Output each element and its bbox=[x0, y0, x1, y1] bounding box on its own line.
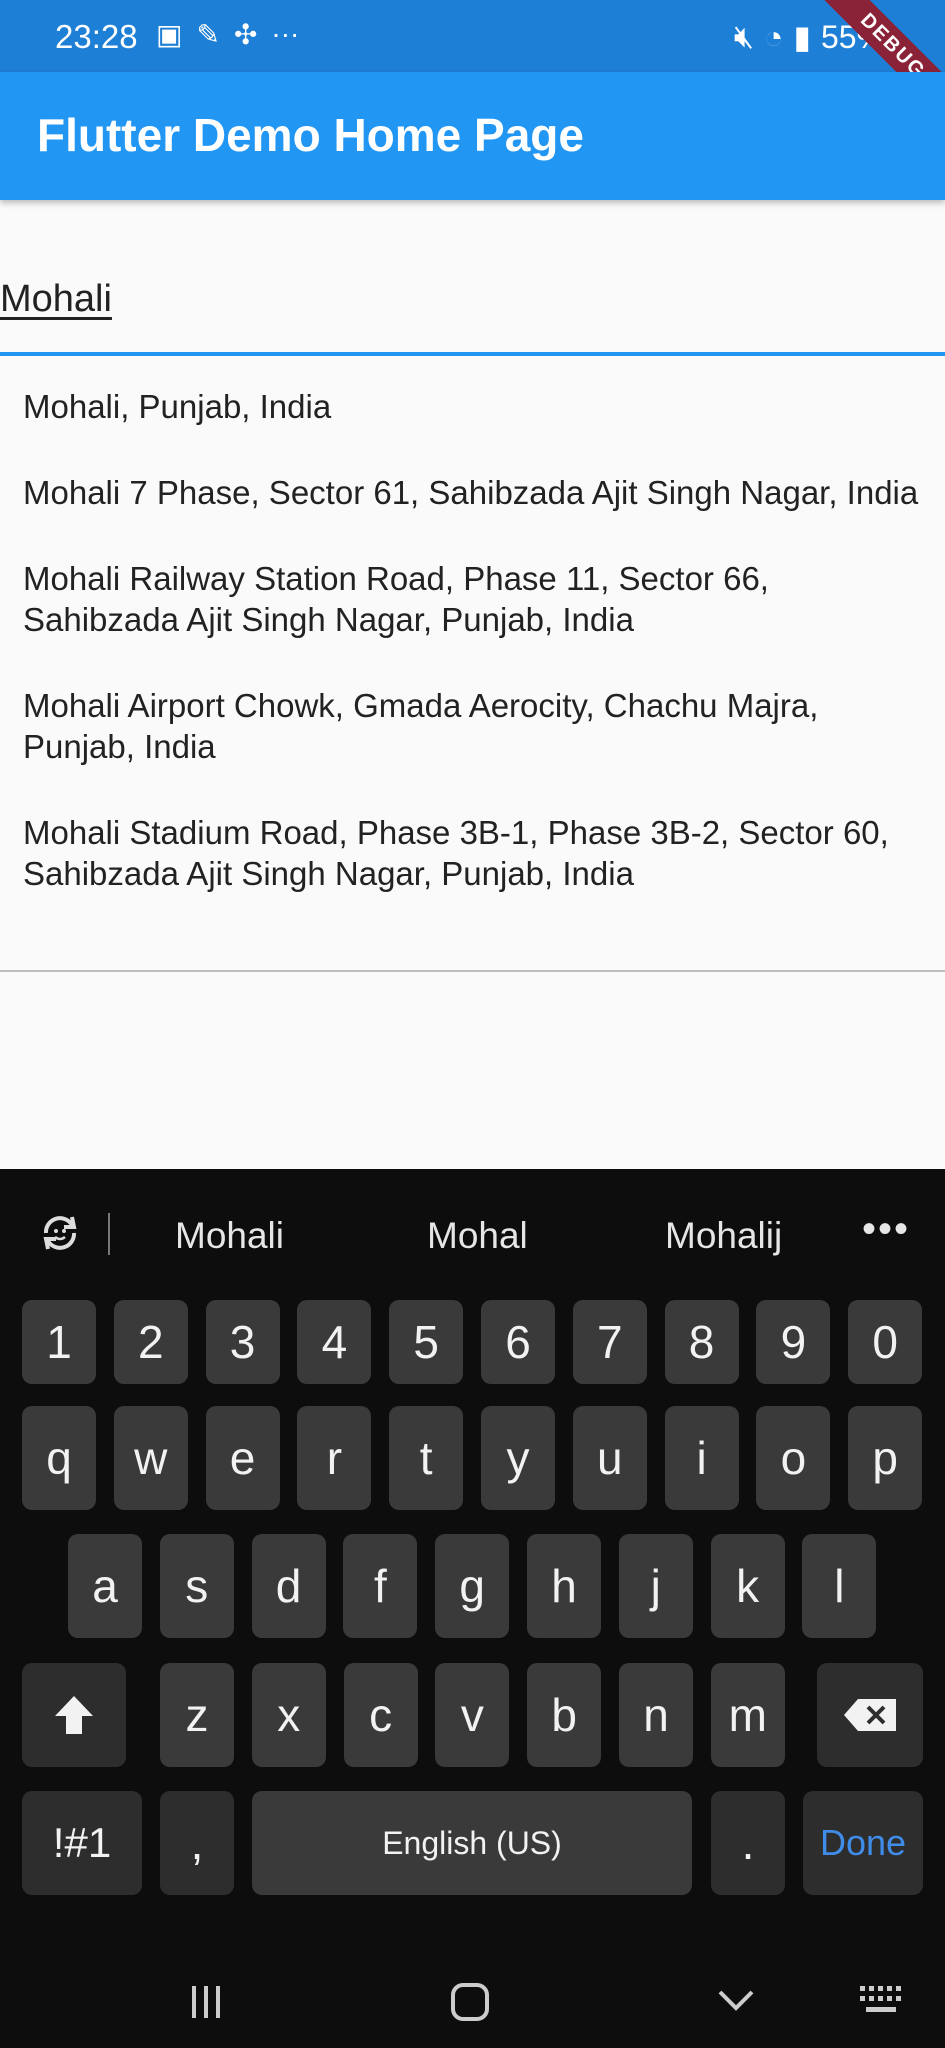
suggestion-item[interactable]: Mohali Airport Chowk, Gmada Aerocity, Ch… bbox=[23, 685, 923, 767]
key-z[interactable]: z bbox=[160, 1663, 234, 1767]
navigation-bar bbox=[0, 1960, 945, 2048]
notification-icons: ▣ ✎ ✣ ··· bbox=[156, 18, 299, 51]
shift-key[interactable] bbox=[22, 1663, 126, 1767]
backspace-icon bbox=[844, 1699, 896, 1731]
done-label: Done bbox=[819, 1822, 907, 1863]
period-key[interactable]: . bbox=[711, 1791, 785, 1895]
suggestion-item[interactable]: Mohali Stadium Road, Phase 3B-1, Phase 3… bbox=[23, 812, 923, 894]
shift-icon bbox=[55, 1696, 93, 1734]
key-y[interactable]: y bbox=[481, 1406, 555, 1510]
status-time: 23:28 bbox=[55, 18, 138, 55]
refresh-icon[interactable] bbox=[36, 1209, 84, 1257]
more-options-icon[interactable]: ••• bbox=[862, 1207, 910, 1252]
key-7[interactable]: 7 bbox=[572, 1300, 647, 1384]
chevron-down-icon[interactable] bbox=[716, 1986, 756, 2016]
done-key[interactable]: Done bbox=[803, 1791, 923, 1895]
divider bbox=[108, 1213, 110, 1255]
key-q[interactable]: q bbox=[22, 1406, 96, 1510]
key-4[interactable]: 4 bbox=[297, 1300, 372, 1384]
key-h[interactable]: h bbox=[527, 1534, 601, 1638]
key-x[interactable]: x bbox=[251, 1663, 326, 1767]
key-d[interactable]: d bbox=[251, 1534, 326, 1638]
suggestion-item[interactable]: Mohali 7 Phase, Sector 61, Sahibzada Aji… bbox=[23, 472, 923, 513]
prediction-word[interactable]: Mohali bbox=[175, 1215, 284, 1257]
key-p[interactable]: p bbox=[848, 1406, 923, 1510]
key-6[interactable]: 6 bbox=[481, 1300, 555, 1384]
key-l[interactable]: l bbox=[802, 1534, 877, 1638]
page-title: Flutter Demo Home Page bbox=[37, 109, 584, 161]
mute-icon: 🔇︎ bbox=[733, 18, 755, 54]
comma-key[interactable]: , bbox=[160, 1791, 234, 1895]
key-s[interactable]: s bbox=[159, 1534, 234, 1638]
key-c[interactable]: c bbox=[343, 1663, 418, 1767]
keyboard-icon[interactable] bbox=[858, 1984, 904, 2016]
key-3[interactable]: 3 bbox=[205, 1300, 280, 1384]
key-0[interactable]: 0 bbox=[848, 1300, 923, 1384]
key-o[interactable]: o bbox=[756, 1406, 831, 1510]
suggestion-item[interactable]: Mohali, Punjab, India bbox=[23, 386, 923, 427]
key-m[interactable]: m bbox=[710, 1663, 785, 1767]
key-9[interactable]: 9 bbox=[756, 1300, 831, 1384]
home-icon[interactable] bbox=[450, 1982, 490, 2022]
key-n[interactable]: n bbox=[619, 1663, 693, 1767]
recent-apps-icon[interactable] bbox=[188, 1984, 224, 2020]
prediction-bar: Mohali Mohal Mohalij ••• bbox=[0, 1169, 945, 1299]
key-j[interactable]: j bbox=[618, 1534, 693, 1638]
key-f[interactable]: f bbox=[343, 1534, 418, 1638]
key-w[interactable]: w bbox=[113, 1406, 188, 1510]
magic-wand-icon: ✎ bbox=[196, 19, 220, 50]
prediction-word[interactable]: Mohalij bbox=[665, 1215, 782, 1257]
more-notifications-icon: ··· bbox=[271, 18, 300, 49]
prediction-word[interactable]: Mohal bbox=[427, 1215, 528, 1257]
search-input-value[interactable]: Mohali bbox=[0, 278, 112, 321]
space-key[interactable]: English (US) bbox=[252, 1791, 692, 1895]
key-t[interactable]: t bbox=[389, 1406, 464, 1510]
key-e[interactable]: e bbox=[205, 1406, 280, 1510]
key-5[interactable]: 5 bbox=[389, 1300, 464, 1384]
key-a[interactable]: a bbox=[68, 1534, 142, 1638]
fan-icon: ✣ bbox=[233, 19, 258, 50]
keyboard: Mohali Mohal Mohalij ••• 1234567890 qwert… bbox=[0, 1169, 945, 2048]
key-1[interactable]: 1 bbox=[22, 1300, 96, 1384]
backspace-key[interactable] bbox=[817, 1663, 923, 1767]
key-b[interactable]: b bbox=[527, 1663, 602, 1767]
key-r[interactable]: r bbox=[297, 1406, 372, 1510]
suggestion-item[interactable]: Mohali Railway Station Road, Phase 11, S… bbox=[23, 558, 923, 640]
status-bar: 23:28 ▣ ✎ ✣ ··· 🔇︎ ◔ ▮ 55% DEBUG bbox=[0, 0, 945, 129]
signal-icon: ▮ bbox=[793, 19, 811, 55]
gallery-icon: ▣ bbox=[156, 19, 183, 50]
key-8[interactable]: 8 bbox=[664, 1300, 739, 1384]
wifi-icon: ◔ bbox=[764, 18, 784, 55]
search-input[interactable]: Mohali bbox=[0, 200, 945, 356]
key-g[interactable]: g bbox=[435, 1534, 510, 1638]
key-i[interactable]: i bbox=[664, 1406, 739, 1510]
suggestion-list: Mohali, Punjab, India Mohali 7 Phase, Se… bbox=[0, 356, 945, 972]
symbols-key[interactable]: !#1 bbox=[22, 1791, 142, 1895]
key-k[interactable]: k bbox=[710, 1534, 785, 1638]
app-bar: Flutter Demo Home Page bbox=[0, 72, 945, 200]
key-v[interactable]: v bbox=[435, 1663, 510, 1767]
key-2[interactable]: 2 bbox=[113, 1300, 188, 1384]
key-u[interactable]: u bbox=[572, 1406, 647, 1510]
